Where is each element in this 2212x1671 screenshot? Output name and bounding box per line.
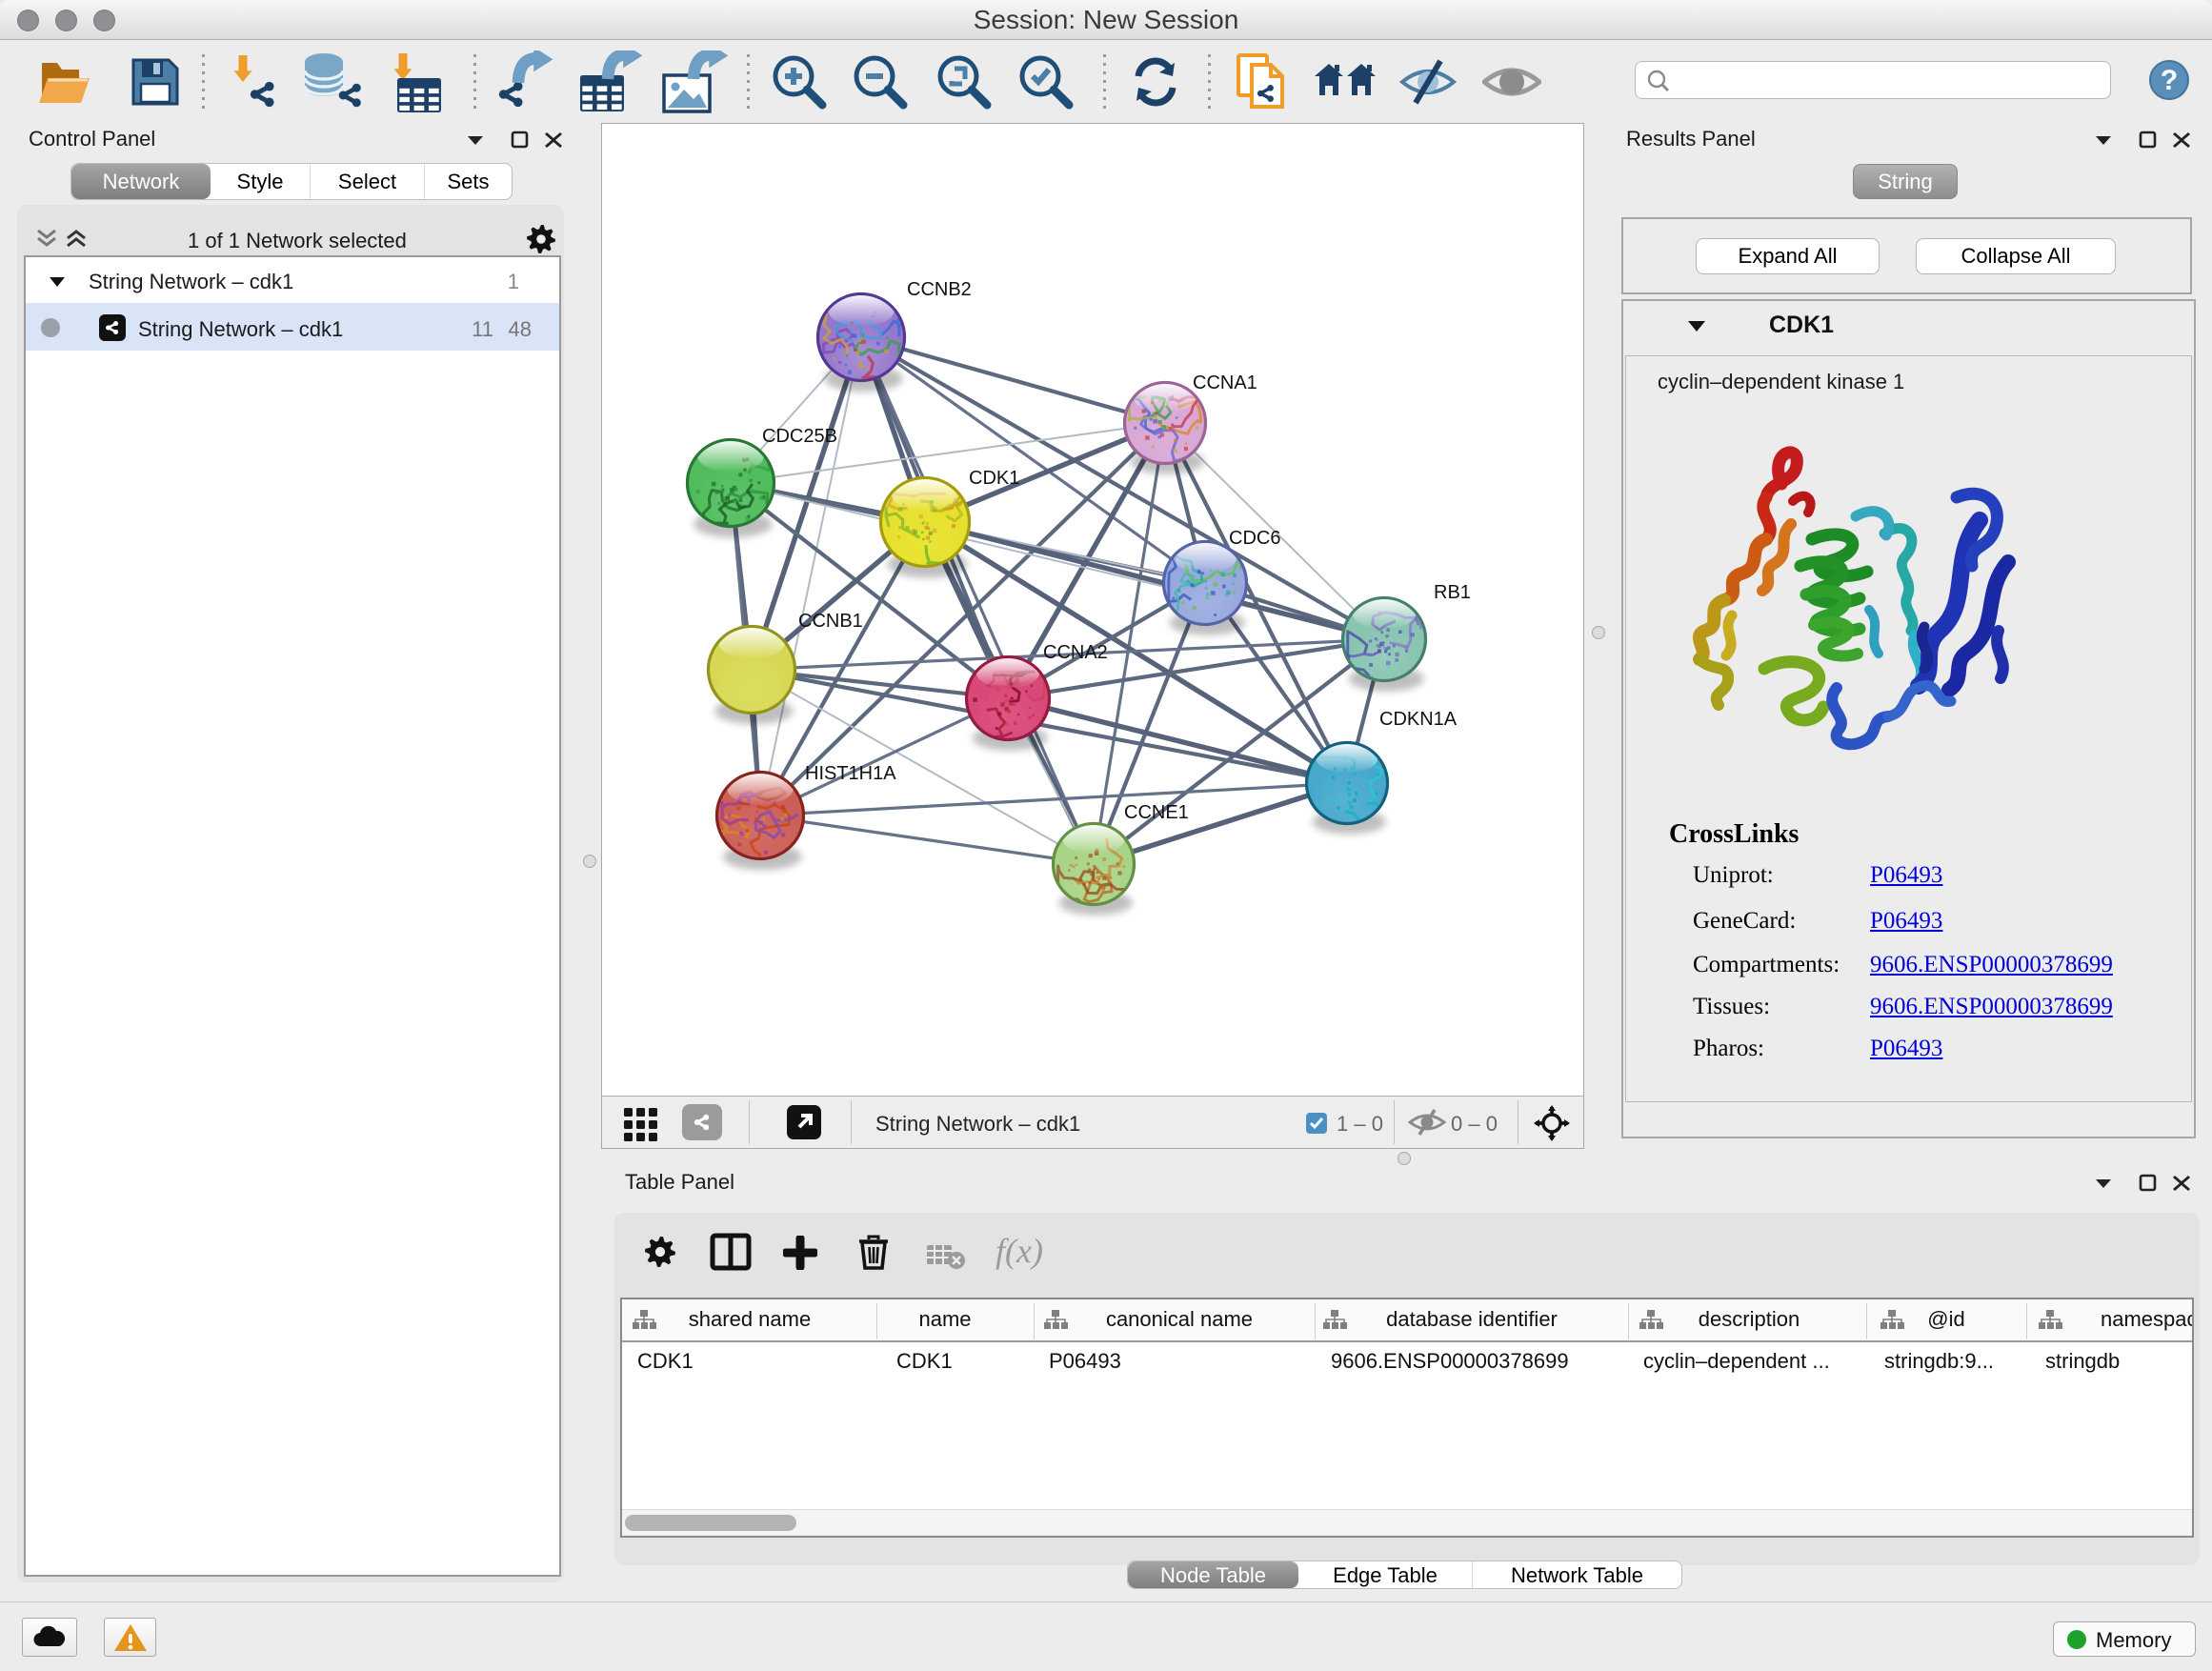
svg-text:CCNA1: CCNA1 [1193,372,1257,393]
svg-text:CDC6: CDC6 [1229,528,1280,549]
svg-text:CDK1: CDK1 [969,468,1019,489]
svg-text:CDC25B: CDC25B [762,426,837,447]
svg-text:CCNB1: CCNB1 [798,611,863,632]
svg-text:RB1: RB1 [1434,582,1471,603]
svg-text:CDKN1A: CDKN1A [1379,709,1458,730]
svg-text:CCNE1: CCNE1 [1124,802,1189,823]
svg-text:HIST1H1A: HIST1H1A [805,763,896,784]
svg-text:CCNB2: CCNB2 [907,279,972,300]
svg-text:CCNA2: CCNA2 [1043,642,1108,663]
